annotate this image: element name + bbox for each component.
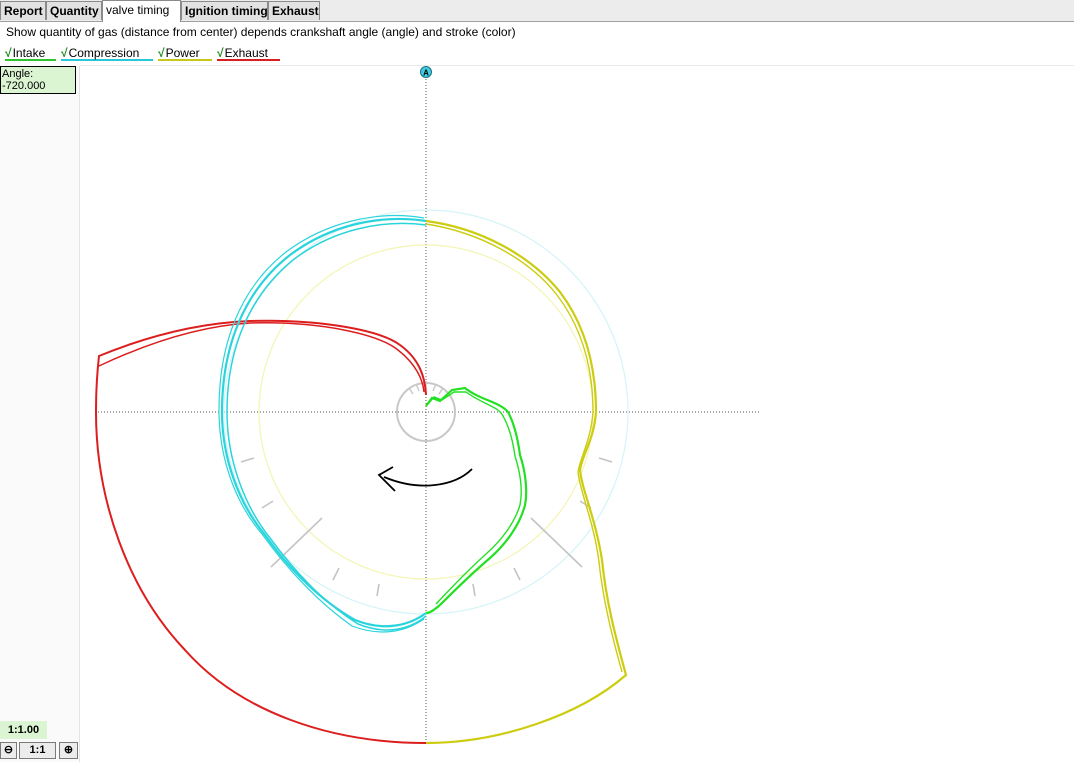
zoom-in-button[interactable]: ⊕	[59, 742, 78, 759]
compression-curve-2	[226, 222, 427, 631]
valve-timing-plot[interactable]: A	[0, 0, 1074, 762]
zoom-level: 1:1.00	[0, 721, 47, 739]
compression-curve-3	[218, 215, 425, 633]
zoom-out-button[interactable]: ⊖	[0, 742, 17, 759]
intake-curve	[425, 386, 528, 615]
zoom-reset-button[interactable]: 1:1	[19, 742, 56, 759]
rotation-arrow	[383, 468, 473, 487]
axis-marker-label: A	[423, 69, 429, 78]
power-curve-2	[425, 223, 623, 673]
